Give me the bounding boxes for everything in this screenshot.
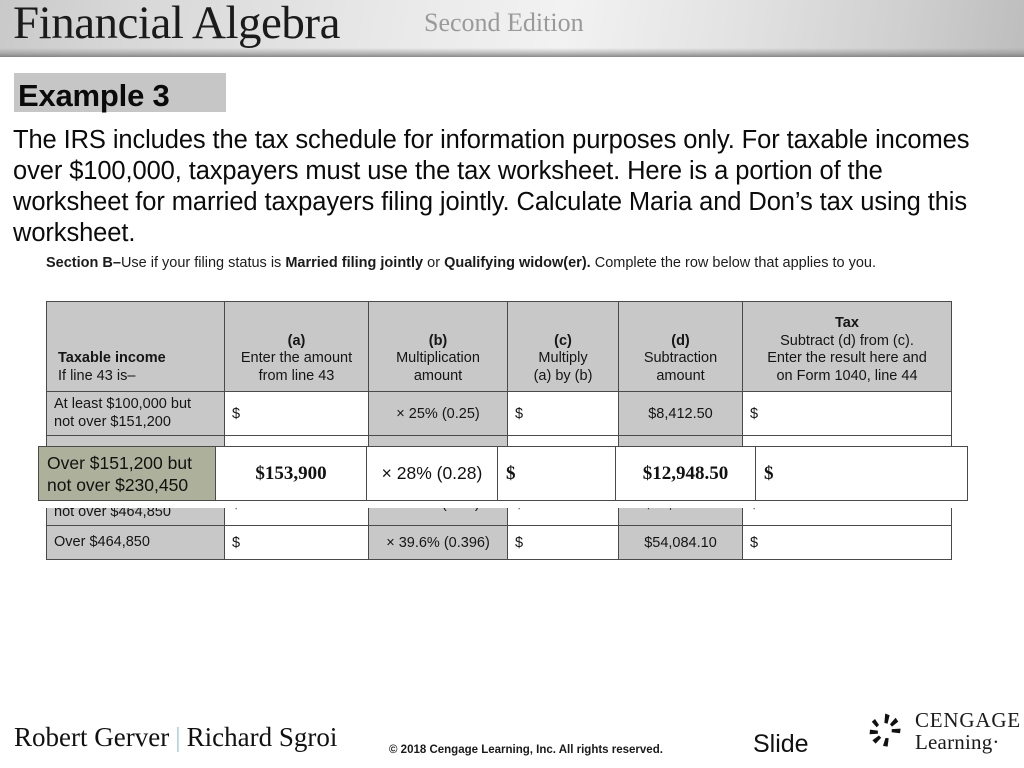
cengage-line-1: CENGAGE	[915, 708, 1021, 732]
header-a-line1: Enter the amount	[240, 350, 353, 366]
highlighted-tax-row: Over $151,200 but not over $230,450 $153…	[38, 446, 968, 501]
row-cell-d: $8,412.50	[618, 391, 743, 436]
header-d-line2: amount	[656, 367, 705, 384]
highlight-cell-d: $12,948.50	[616, 447, 756, 500]
header-taxable-income: Taxable income If line 43 is–	[46, 301, 225, 392]
author-name-2: Richard Sgroi	[186, 722, 338, 752]
row-cell-b: × 25% (0.25)	[368, 391, 508, 436]
highlight-income-range: Over $151,200 but not over $230,450	[39, 447, 216, 500]
header-b-line2: amount	[413, 367, 463, 384]
row-income-range: At least $100,000 but not over $151,200	[46, 391, 225, 436]
highlight-cell-b: × 28% (0.28)	[367, 447, 498, 500]
header-tax-title: Tax	[835, 315, 859, 331]
header-b-line1: Multiplication	[396, 350, 480, 366]
section-b-text-2: or	[423, 255, 445, 271]
header-c-letter: (c)	[554, 332, 572, 349]
highlight-cell-c[interactable]: $	[498, 447, 616, 500]
cengage-wordmark: CENGAGE Learning·	[915, 709, 1021, 753]
row-cell-d: $54,084.10	[618, 525, 743, 560]
header-a-line2: from line 43	[258, 367, 335, 384]
row-income-line1: Over $464,850	[54, 533, 150, 550]
cengage-line-2: Learning·	[915, 730, 1000, 754]
tax-worksheet-table: Taxable income If line 43 is– (a) Enter …	[46, 301, 952, 560]
table-row: Over $464,850 $ × 39.6% (0.396) $ $54,08…	[46, 525, 952, 560]
highlight-income-line2: not over $230,450	[47, 474, 189, 495]
header-a-letter: (a)	[287, 332, 306, 349]
header-c-line1: Multiply	[538, 350, 588, 366]
slide-number: Slide	[753, 730, 809, 758]
section-b-bold-1: Married filing jointly	[285, 255, 424, 271]
author-divider: |	[175, 722, 181, 752]
row-cell-tax[interactable]: $	[742, 525, 952, 560]
highlight-cell-a[interactable]: $153,900	[216, 447, 367, 500]
row-cell-a[interactable]: $	[224, 391, 369, 436]
table-header-row: Taxable income If line 43 is– (a) Enter …	[46, 301, 952, 392]
header-column-tax: Tax Subtract (d) from (c). Enter the res…	[742, 301, 952, 392]
header-b-letter: (b)	[428, 332, 448, 349]
row-income-line1: At least $100,000 but	[54, 396, 192, 412]
author-name-1: Robert Gerver	[14, 722, 170, 752]
header-tax-line1: Subtract (d) from (c).	[780, 332, 914, 349]
section-b-text-3: Complete the row below that applies to y…	[590, 255, 877, 271]
cengage-logo: CENGAGE Learning·	[866, 709, 1021, 753]
row-cell-tax[interactable]: $	[742, 391, 952, 436]
cengage-burst-icon	[869, 713, 901, 747]
highlight-income-line1: Over $151,200 but	[47, 452, 192, 473]
row-income-line2: not over $151,200	[54, 413, 171, 430]
header-tax-line3: on Form 1040, line 44	[776, 367, 918, 384]
header-d-line1: Subtraction	[643, 350, 718, 366]
table-row: At least $100,000 but not over $151,200 …	[46, 391, 952, 436]
section-b-bold-2: Qualifying widow(er).	[444, 255, 591, 271]
highlight-cell-tax[interactable]: $	[756, 447, 965, 500]
header-column-a: (a) Enter the amount from line 43	[224, 301, 369, 392]
header-c-line2: (a) by (b)	[533, 367, 593, 384]
header-column-b: (b) Multiplication amount	[368, 301, 508, 392]
header-tax-line2: Enter the result here and	[767, 350, 927, 366]
header-income-title: Taxable income	[58, 350, 166, 366]
copyright-notice: © 2018 Cengage Learning, Inc. All rights…	[389, 744, 663, 756]
row-cell-c[interactable]: $	[507, 525, 619, 560]
page-title: Example 3	[18, 78, 170, 113]
section-b-note: Section B–Use if your filing status is M…	[46, 254, 946, 273]
header-column-d: (d) Subtraction amount	[618, 301, 743, 392]
footer-authors: Robert Gerver | Richard Sgroi	[14, 722, 337, 753]
row-income-range: Over $464,850	[46, 525, 225, 560]
header-d-letter: (d)	[671, 332, 690, 349]
book-edition: Second Edition	[424, 8, 584, 37]
header-column-c: (c) Multiply (a) by (b)	[507, 301, 619, 392]
book-title: Financial Algebra	[13, 0, 340, 49]
header-income-sub: If line 43 is–	[58, 367, 136, 384]
section-b-lead: Section B–	[46, 255, 121, 271]
row-cell-b: × 39.6% (0.396)	[368, 525, 508, 560]
row-cell-c[interactable]: $	[507, 391, 619, 436]
row-cell-a[interactable]: $	[224, 525, 369, 560]
example-description: The IRS includes the tax schedule for in…	[13, 126, 970, 247]
section-b-text-1: Use if your filing status is	[120, 255, 286, 271]
